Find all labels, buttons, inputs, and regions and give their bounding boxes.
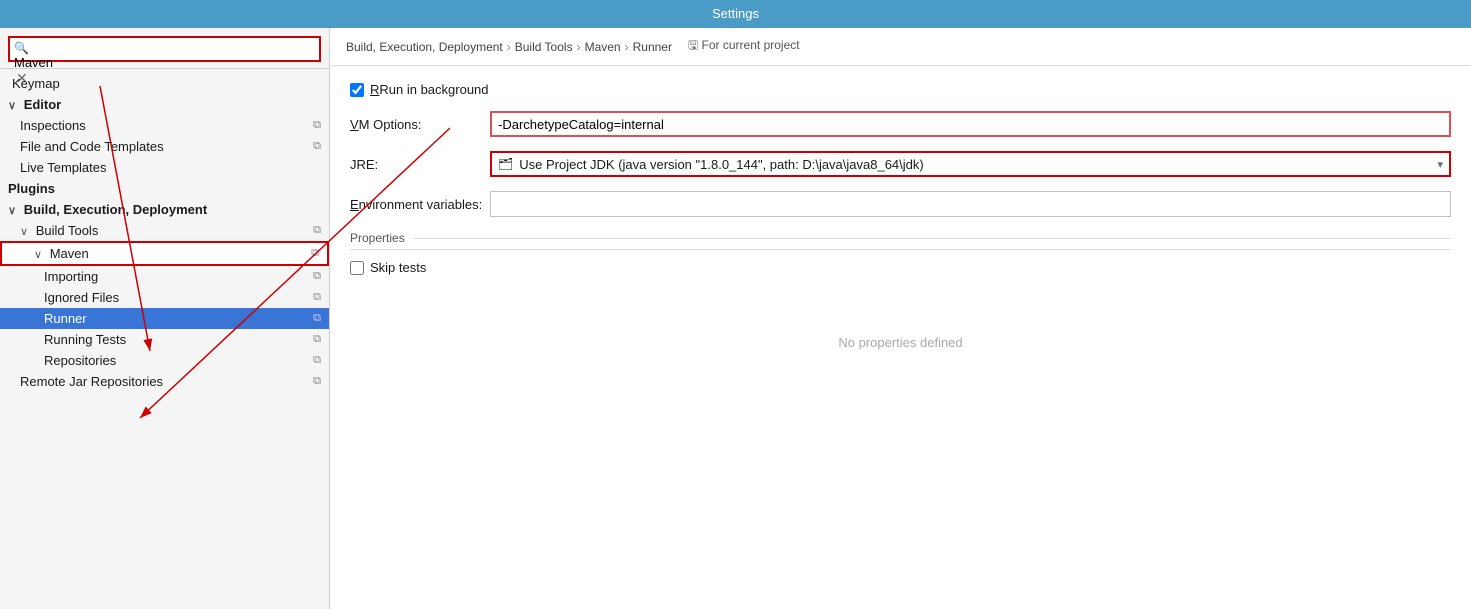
env-variables-label: Environment variables: xyxy=(350,197,490,212)
sidebar-item-plugins[interactable]: Plugins xyxy=(0,178,329,199)
sidebar-item-file-code-templates[interactable]: File and Code Templates ⧉ xyxy=(0,136,329,157)
breadcrumb-sep2: › xyxy=(577,40,581,54)
search-input[interactable] xyxy=(14,55,315,70)
chevron-down-icon: ∨ xyxy=(34,249,42,261)
sidebar-item-repositories[interactable]: Repositories ⧉ xyxy=(0,350,329,371)
title-label: Settings xyxy=(712,6,759,21)
copy-icon: ⧉ xyxy=(313,140,321,153)
copy-icon: ⧉ xyxy=(313,312,321,325)
skip-tests-label[interactable]: Skip tests xyxy=(370,260,426,275)
content-panel: Build, Execution, Deployment › Build Too… xyxy=(330,28,1471,609)
breadcrumb: Build, Execution, Deployment › Build Too… xyxy=(330,28,1471,66)
run-in-background-label[interactable]: RRun in background xyxy=(370,82,489,97)
copy-icon: ⧉ xyxy=(313,270,321,283)
properties-header: Properties xyxy=(350,231,1451,250)
breadcrumb-part1: Build, Execution, Deployment xyxy=(346,40,503,54)
sidebar-item-inspections[interactable]: Inspections ⧉ xyxy=(0,115,329,136)
sidebar-item-build-tools[interactable]: ∨ Build Tools ⧉ xyxy=(0,220,329,241)
vm-options-label: VM Options: xyxy=(350,117,490,132)
copy-icon: ⧉ xyxy=(311,247,319,260)
copy-icon: ⧉ xyxy=(313,354,321,367)
breadcrumb-sep3: › xyxy=(625,40,629,54)
sidebar-item-keymap[interactable]: Keymap xyxy=(0,73,329,94)
jre-label: JRE: xyxy=(350,157,490,172)
breadcrumb-part4: Runner xyxy=(633,40,672,54)
breadcrumb-part3: Maven xyxy=(585,40,621,54)
sidebar-item-editor[interactable]: ∨ Editor xyxy=(0,94,329,115)
sidebar-item-running-tests[interactable]: Running Tests ⧉ xyxy=(0,329,329,350)
sidebar-item-live-templates[interactable]: Live Templates xyxy=(0,157,329,178)
env-variables-input[interactable] xyxy=(490,191,1451,217)
jre-row: JRE: 🗂 Use Project JDK (java version "1.… xyxy=(350,151,1451,177)
chevron-down-icon: ∨ xyxy=(20,226,28,238)
chevron-down-icon: ∨ xyxy=(8,100,16,112)
env-variables-row: Environment variables: xyxy=(350,191,1451,217)
jre-select-wrapper: 🗂 Use Project JDK (java version "1.8.0_1… xyxy=(490,151,1451,177)
sidebar: 🔍 ✕ Keymap ∨ Editor Inspections ⧉ xyxy=(0,28,330,609)
breadcrumb-part2: Build Tools xyxy=(515,40,573,54)
run-in-background-row: RRun in background xyxy=(350,82,1451,97)
no-properties-message: No properties defined xyxy=(350,335,1451,350)
sidebar-item-build-exec-deploy[interactable]: ∨ Build, Execution, Deployment xyxy=(0,199,329,220)
copy-icon: ⧉ xyxy=(313,224,321,237)
sidebar-item-remote-jar-repos[interactable]: Remote Jar Repositories ⧉ xyxy=(0,371,329,392)
sidebar-item-importing[interactable]: Importing ⧉ xyxy=(0,266,329,287)
sidebar-list: Keymap ∨ Editor Inspections ⧉ File and C… xyxy=(0,69,329,609)
skip-tests-row: Skip tests xyxy=(350,260,1451,275)
form-area: RRun in background VM Options: JRE: 🗂 Us… xyxy=(330,66,1471,609)
sidebar-item-runner[interactable]: Runner ⧉ xyxy=(0,308,329,329)
run-in-background-checkbox[interactable] xyxy=(350,83,364,97)
breadcrumb-sep1: › xyxy=(507,40,511,54)
vm-options-input[interactable] xyxy=(490,111,1451,137)
current-project-badge: 🖫 For current project xyxy=(688,36,800,57)
title-bar: Settings xyxy=(0,0,1471,28)
skip-tests-checkbox[interactable] xyxy=(350,261,364,275)
jdk-icon: 🗂 xyxy=(498,157,513,171)
search-icon: 🔍 xyxy=(14,41,29,55)
vm-options-row: VM Options: xyxy=(350,111,1451,137)
copy-icon: ⧉ xyxy=(313,291,321,304)
properties-section: Properties Skip tests No properties defi… xyxy=(350,231,1451,350)
copy-icon: ⧉ xyxy=(313,333,321,346)
copy-icon: ⧉ xyxy=(313,375,321,388)
jre-select[interactable]: Use Project JDK (java version "1.8.0_144… xyxy=(519,157,1443,172)
search-bar: 🔍 ✕ xyxy=(0,28,329,69)
copy-icon: ⧉ xyxy=(313,119,321,132)
sidebar-item-maven[interactable]: ∨ Maven ⧉ xyxy=(0,241,329,266)
chevron-down-icon: ∨ xyxy=(8,205,16,217)
sidebar-item-ignored-files[interactable]: Ignored Files ⧉ xyxy=(0,287,329,308)
